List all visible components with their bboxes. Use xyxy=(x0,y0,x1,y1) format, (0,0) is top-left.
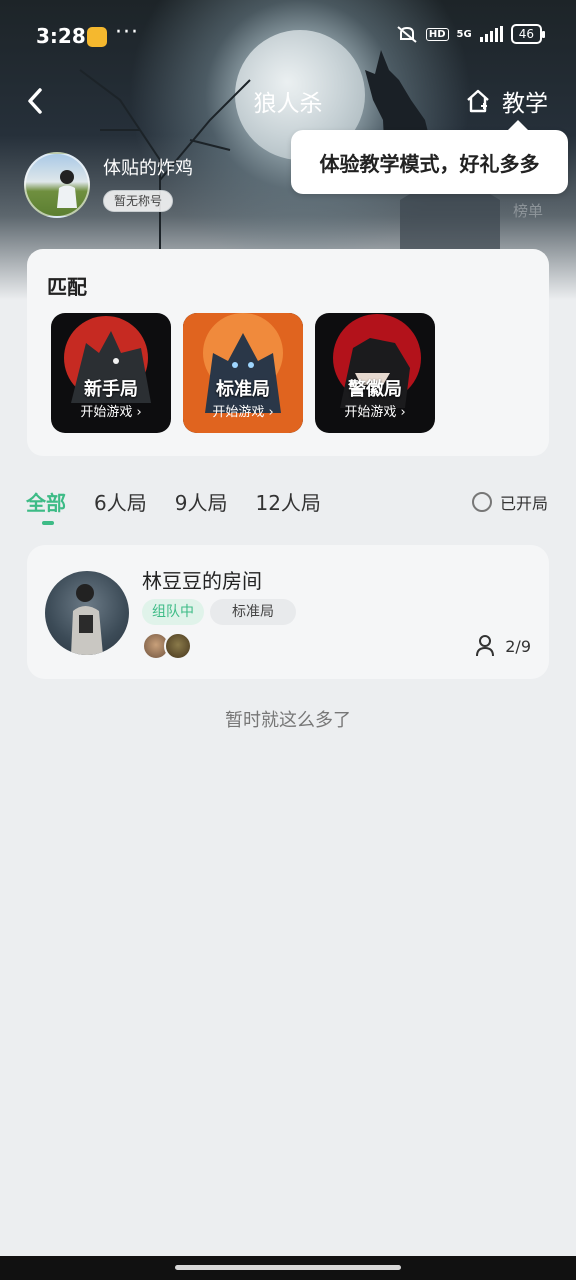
started-filter-label: 已开局 xyxy=(499,494,548,513)
signal-icon xyxy=(479,26,503,42)
room-mode-tag: 标准局 xyxy=(210,599,296,625)
mode-start-label: 开始游戏 › xyxy=(80,405,142,420)
status-bar: 3:28 ··· HD 5G 46 xyxy=(0,0,576,72)
network-type: 5G xyxy=(456,28,472,40)
battery-icon: 46 xyxy=(510,24,546,44)
tooltip-text: 体验教学模式，好礼多多 xyxy=(319,151,540,176)
tab-9-player[interactable]: 9人局 xyxy=(175,487,228,516)
tab-all[interactable]: 全部 xyxy=(26,487,66,525)
user-avatar[interactable] xyxy=(24,152,90,218)
player-count: 2/9 xyxy=(475,635,531,657)
room-card[interactable]: 林豆豆的房间 组队中 标准局 2/9 xyxy=(27,545,549,679)
home-icon xyxy=(467,89,489,113)
person-icon xyxy=(476,635,495,657)
teaching-button[interactable]: 教学 xyxy=(464,84,548,118)
notes-app-icon xyxy=(87,27,107,47)
username: 体贴的炸鸡 xyxy=(103,158,193,179)
teaching-label: 教学 xyxy=(502,91,548,117)
mode-badge-button[interactable]: 警徽局 开始游戏 › xyxy=(315,313,435,433)
tab-12-player[interactable]: 12人局 xyxy=(255,487,320,516)
person-photo xyxy=(57,170,77,208)
leaderboard-link[interactable]: 榜单 xyxy=(513,200,543,221)
started-filter-toggle[interactable]: 已开局 xyxy=(471,490,548,514)
room-owner-avatar xyxy=(45,571,129,655)
member-avatars xyxy=(142,632,192,660)
gesture-bar xyxy=(0,1256,576,1280)
mode-start-label: 开始游戏 › xyxy=(344,405,406,420)
tab-6-player[interactable]: 6人局 xyxy=(94,487,147,516)
mode-beginner-button[interactable]: 新手局 开始游戏 › xyxy=(51,313,171,433)
radio-icon[interactable] xyxy=(471,492,492,512)
mode-name: 标准局 xyxy=(216,379,270,400)
mode-name: 新手局 xyxy=(84,379,138,400)
more-notifications-icon: ··· xyxy=(115,20,139,45)
mute-bell-icon xyxy=(397,26,417,43)
home-indicator-bar[interactable] xyxy=(175,1265,401,1270)
match-heading: 匹配 xyxy=(47,275,87,299)
teaching-tooltip[interactable]: 体验教学模式，好礼多多 xyxy=(291,120,568,194)
match-card: 匹配 新手局 开始游戏 › 标准局 开始游戏 › 警徽局 开始游戏 › xyxy=(27,249,549,456)
room-status-tag: 组队中 xyxy=(142,599,204,625)
member-avatar xyxy=(164,632,192,660)
status-time: 3:28 xyxy=(36,24,86,48)
room-filter-tabs: 全部 6人局 9人局 12人局 xyxy=(26,487,321,525)
mode-standard-button[interactable]: 标准局 开始游戏 › xyxy=(183,313,303,433)
player-count-value: 2/9 xyxy=(505,636,531,656)
mode-name: 警徽局 xyxy=(348,379,402,400)
end-of-list-note: 暂时就这么多了 xyxy=(225,710,351,731)
room-name: 林豆豆的房间 xyxy=(142,569,262,593)
tree-branches-illustration xyxy=(79,69,251,260)
title-badge[interactable]: 暂无称号 xyxy=(103,190,174,212)
mode-start-label: 开始游戏 › xyxy=(212,405,274,420)
person-photo xyxy=(71,584,103,655)
hd-icon: HD xyxy=(425,27,449,41)
